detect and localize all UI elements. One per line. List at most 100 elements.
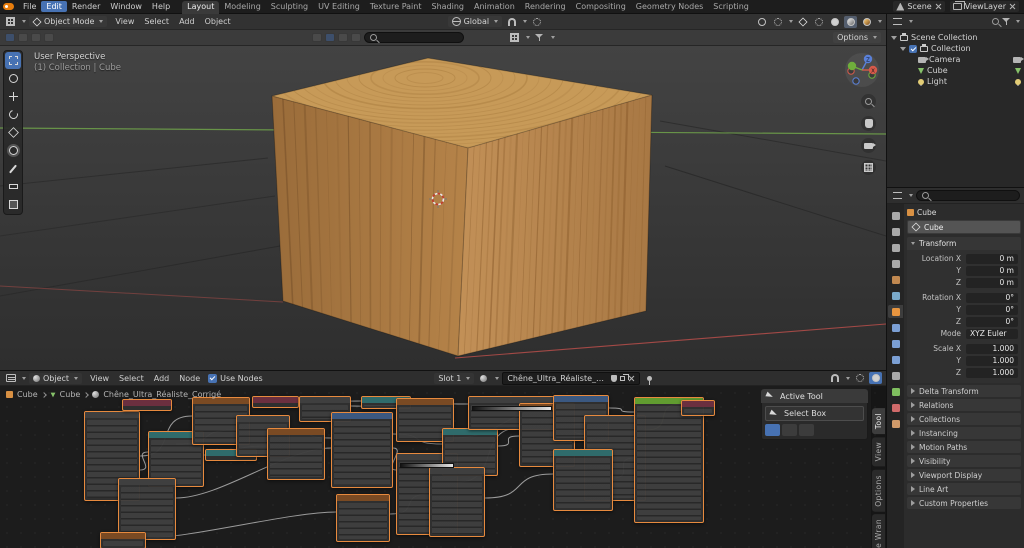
viewlayer-selector[interactable]: ViewLayer [950, 1, 1019, 12]
material-name-field[interactable]: Chêne_Ultra_Réaliste_Corrigé [502, 372, 640, 385]
slot-dropdown[interactable]: Slot 1 [434, 373, 474, 384]
properties-search-input[interactable] [932, 191, 1014, 200]
collection-checkbox[interactable] [909, 45, 917, 53]
scene-selector[interactable]: Scene [893, 1, 944, 12]
options-dropdown[interactable]: Options [833, 32, 881, 43]
sidebar-tab-tool[interactable]: Tool [872, 408, 885, 434]
properties-tab-constraints[interactable] [888, 369, 903, 382]
panel-section-instancing[interactable]: Instancing [907, 427, 1021, 439]
workspace-tab-modeling[interactable]: Modeling [219, 1, 265, 14]
outliner-search-icon[interactable] [992, 18, 999, 25]
value-field[interactable]: 0° [966, 305, 1018, 315]
value-field[interactable]: XYZ Euler [966, 329, 1018, 339]
mode-dropdown[interactable]: Object Mode [29, 16, 107, 27]
tool-transform[interactable] [5, 142, 21, 159]
value-field[interactable]: 1.000 [966, 356, 1018, 366]
unlink-material-button[interactable] [628, 375, 635, 382]
outliner-row-camera[interactable]: Camera [887, 54, 1024, 65]
pin-icon[interactable] [643, 372, 656, 384]
shader-node-21[interactable] [681, 400, 715, 416]
shader-node-24[interactable] [336, 494, 390, 542]
workspace-tab-uv-editing[interactable]: UV Editing [313, 1, 365, 14]
camera-view-icon[interactable] [861, 138, 876, 153]
panel-section-custom-properties[interactable]: Custom Properties [907, 497, 1021, 509]
properties-tab-modifiers[interactable] [888, 321, 903, 334]
object-name-field[interactable]: Cube [907, 220, 1021, 234]
properties-tab-render[interactable] [888, 225, 903, 238]
show-overlays-icon[interactable] [771, 16, 784, 28]
properties-tab-particles[interactable] [888, 337, 903, 350]
sidebar-tab-node-wran[interactable]: Node Wran [872, 514, 885, 548]
workspace-tab-geometry-nodes[interactable]: Geometry Nodes [631, 1, 708, 14]
tool-mode-subtract-icon[interactable] [799, 424, 814, 436]
select-mode-intersect-icon[interactable] [44, 33, 54, 42]
show-gizmo-icon[interactable] [755, 16, 768, 28]
tool-add-cube[interactable] [5, 196, 21, 213]
properties-tab-material[interactable] [888, 401, 903, 414]
properties-tab-output[interactable] [888, 241, 903, 254]
shader-node-23[interactable] [553, 449, 613, 511]
workspace-tab-layout[interactable]: Layout [182, 1, 219, 14]
shader-node-3[interactable] [118, 478, 176, 540]
use-nodes-checkbox[interactable] [208, 374, 217, 383]
node-snap-icon[interactable] [828, 372, 841, 384]
editor-type-shader-icon[interactable] [4, 372, 17, 384]
outliner-row-cube[interactable]: Cube [887, 65, 1024, 76]
workspace-tab-scripting[interactable]: Scripting [708, 1, 754, 14]
workspace-tab-shading[interactable]: Shading [426, 1, 469, 14]
expand-caret-icon[interactable] [900, 47, 906, 51]
shading-material-icon[interactable] [844, 16, 857, 28]
new-material-icon[interactable] [620, 376, 625, 381]
node-menu-add[interactable]: Add [149, 373, 175, 384]
node-overlays-icon[interactable] [853, 372, 866, 384]
sidebar-tab-view[interactable]: View [872, 437, 885, 466]
filter-icon[interactable] [533, 32, 546, 44]
tool-cursor[interactable] [5, 70, 21, 87]
outliner-row-light[interactable]: Light [887, 76, 1024, 87]
xray-toggle-icon[interactable] [796, 16, 809, 28]
tool-measure[interactable] [5, 178, 21, 195]
properties-search[interactable] [916, 190, 1020, 201]
tool-select-box[interactable] [5, 52, 21, 69]
properties-tab-object[interactable] [888, 305, 903, 318]
value-field[interactable]: 0° [966, 317, 1018, 327]
panel-section-delta-transform[interactable]: Delta Transform [907, 385, 1021, 397]
properties-tab-tool[interactable] [888, 209, 903, 222]
shader-node-8[interactable] [252, 396, 299, 408]
panel-section-line-art[interactable]: Line Art [907, 483, 1021, 495]
asset-icon-1[interactable] [312, 33, 322, 42]
menu-render[interactable]: Render [67, 1, 105, 12]
orientation-dropdown[interactable]: Global [448, 16, 503, 27]
blender-logo-icon[interactable] [3, 3, 14, 10]
value-field[interactable]: 0 m [966, 254, 1018, 264]
breadcrumb-object[interactable]: Cube [17, 390, 38, 399]
workspace-tab-texture-paint[interactable]: Texture Paint [365, 1, 427, 14]
menu-file[interactable]: File [18, 1, 41, 12]
properties-tab-scene[interactable] [888, 273, 903, 286]
expand-caret-icon[interactable] [891, 36, 897, 40]
viewport-menu-view[interactable]: View [110, 16, 139, 27]
value-field[interactable]: 0 m [966, 278, 1018, 288]
pan-hand-icon[interactable] [861, 116, 876, 131]
tool-annotate[interactable] [5, 160, 21, 177]
shading-rendered-icon[interactable] [860, 16, 873, 28]
select-box-tool-button[interactable]: Select Box [765, 406, 864, 421]
editor-type-properties-icon[interactable] [891, 190, 904, 202]
breadcrumb-object-name[interactable]: Cube [917, 208, 936, 217]
properties-tab-view-layer[interactable] [888, 257, 903, 270]
properties-tab-world[interactable] [888, 289, 903, 302]
scene-unlink-button[interactable] [935, 3, 942, 10]
shader-node-9[interactable] [267, 428, 325, 480]
asset-icon-4[interactable] [351, 33, 361, 42]
shader-node-1[interactable] [122, 399, 172, 411]
shader-node-11[interactable] [331, 412, 393, 488]
editor-type-viewport-icon[interactable] [4, 16, 17, 28]
shader-type-dropdown[interactable]: Object [29, 373, 82, 384]
ortho-grid-icon[interactable] [861, 160, 876, 175]
node-menu-view[interactable]: View [85, 373, 114, 384]
nav-gizmo[interactable]: ZX [844, 52, 880, 88]
viewport-menu-object[interactable]: Object [200, 16, 236, 27]
menu-help[interactable]: Help [147, 1, 175, 12]
proportional-edit-icon[interactable] [530, 16, 543, 28]
node-menu-node[interactable]: Node [174, 373, 205, 384]
